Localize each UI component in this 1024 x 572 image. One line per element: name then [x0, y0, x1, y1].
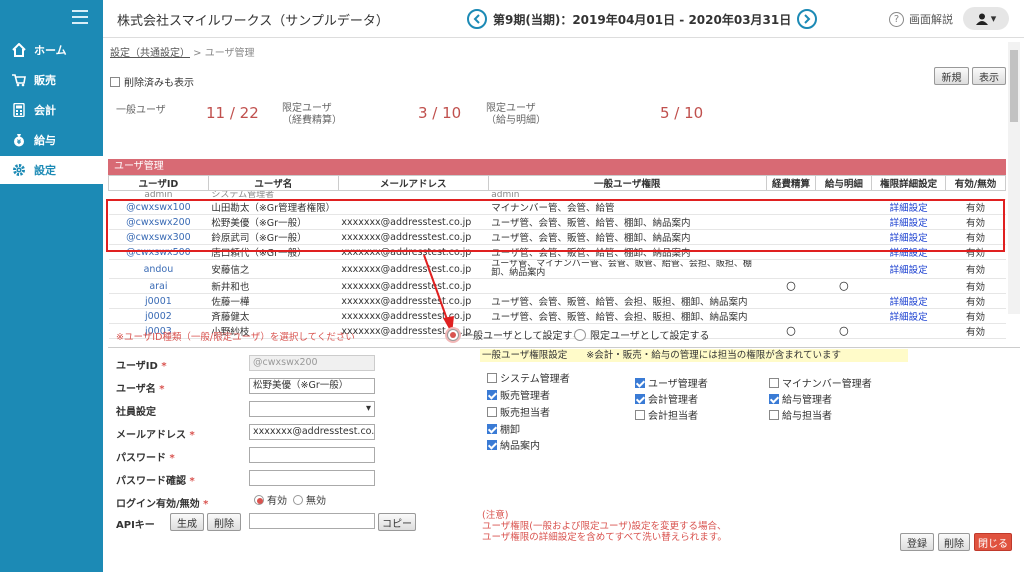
permission-option[interactable]: 販売管理者 [487, 387, 550, 402]
radio-limited-label: 限定ユーザとして設定する [590, 331, 710, 342]
permission-label: 給与管理者 [782, 395, 832, 406]
permission-label: 納品案内 [500, 441, 540, 452]
permission-checkbox[interactable] [487, 423, 497, 434]
radio-general-button[interactable] [447, 328, 459, 341]
permission-checkbox[interactable] [769, 393, 779, 404]
radio-limited-button[interactable] [574, 328, 586, 341]
permission-option[interactable]: 給与管理者 [769, 391, 832, 406]
login-label: ログイン有効/無効 * [116, 499, 209, 510]
api-delete-button[interactable]: 削除 [207, 513, 241, 531]
permission-label: マイナンバー管理者 [782, 379, 872, 390]
warning-note: (注意) ユーザ権限(一般および限定ユーザ)設定を変更する場合、 ユーザ権限の詳… [482, 510, 727, 543]
login-off-radio[interactable] [293, 494, 303, 505]
permission-checkbox[interactable] [635, 377, 645, 388]
permission-label: ユーザ管理者 [648, 379, 708, 390]
register-button[interactable]: 登録 [900, 533, 934, 551]
permission-label: 会計担当者 [648, 411, 698, 422]
close-button[interactable]: 閉じる [974, 533, 1012, 551]
permission-checkbox[interactable] [769, 377, 779, 388]
login-on-label: 有効 [267, 496, 287, 507]
copy-button[interactable]: コピー [378, 513, 416, 531]
login-on-radio[interactable] [254, 494, 264, 505]
permission-label: システム管理者 [500, 374, 570, 385]
userid-label: ユーザID * [116, 361, 167, 372]
password-confirm-label: パスワード確認 * [116, 476, 195, 487]
warning-line-2: ユーザ権限(一般および限定ユーザ)設定を変更する場合、 [482, 521, 727, 532]
permission-option[interactable]: 販売担当者 [487, 404, 550, 419]
warning-line-3: ユーザ権限の詳細設定を含めてすべて洗い替えられます。 [482, 532, 727, 543]
permission-checkbox[interactable] [487, 406, 497, 417]
employee-select[interactable]: ▾ [249, 401, 375, 417]
permission-checkbox[interactable] [635, 393, 645, 404]
chevron-down-icon: ▾ [365, 403, 371, 414]
permission-checkbox[interactable] [487, 389, 497, 400]
permission-header: 一般ユーザ権限設定 ※会計・販売・給与の管理には担当の権限が含まれています [480, 349, 908, 362]
warning-line-1: (注意) [482, 510, 509, 521]
login-toggle[interactable]: 有効 無効 [254, 492, 326, 507]
api-generate-button[interactable]: 生成 [170, 513, 204, 531]
api-key-input[interactable] [249, 513, 375, 529]
password-label: パスワード * [116, 453, 175, 464]
permission-option[interactable]: ユーザ管理者 [635, 375, 708, 390]
permission-checkbox[interactable] [769, 409, 779, 420]
userid-input[interactable]: @cwxswx200 [249, 355, 375, 371]
permission-label: 販売管理者 [500, 391, 550, 402]
radio-general-user[interactable]: 一般ユーザとして設定する [447, 327, 583, 342]
permission-label: 会計管理者 [648, 395, 698, 406]
permission-label: 販売担当者 [500, 408, 550, 419]
permission-label: 棚卸 [500, 425, 520, 436]
permission-option[interactable]: 給与担当者 [769, 407, 832, 422]
permission-option[interactable]: システム管理者 [487, 370, 570, 385]
username-label: ユーザ名 * [116, 384, 165, 395]
permission-checkbox[interactable] [487, 372, 497, 383]
password-input[interactable] [249, 447, 375, 463]
permission-option[interactable]: 会計管理者 [635, 391, 698, 406]
radio-limited-user[interactable]: 限定ユーザとして設定する [574, 327, 710, 342]
permission-checkbox[interactable] [487, 439, 497, 450]
select-type-note: ※ユーザID種類（一般/限定ユーザ）を選択してください [116, 332, 355, 343]
permission-checkbox[interactable] [635, 409, 645, 420]
employee-label: 社員設定 [116, 407, 156, 418]
login-off-label: 無効 [306, 496, 326, 507]
email-label: メールアドレス * [116, 430, 195, 441]
permission-option[interactable]: 棚卸 [487, 421, 520, 436]
permission-label: 給与担当者 [782, 411, 832, 422]
password-confirm-input[interactable] [249, 470, 375, 486]
permission-option[interactable]: マイナンバー管理者 [769, 375, 872, 390]
radio-general-label: 一般ユーザとして設定する [463, 331, 583, 342]
username-input[interactable]: 松野美優（※Gr一般） [249, 378, 375, 394]
permission-option[interactable]: 納品案内 [487, 437, 540, 452]
permission-option[interactable]: 会計担当者 [635, 407, 698, 422]
email-input[interactable]: xxxxxxx@addresstest.co.jp [249, 424, 375, 440]
delete-button[interactable]: 削除 [938, 533, 970, 551]
api-key-label: APIキー [116, 520, 155, 531]
